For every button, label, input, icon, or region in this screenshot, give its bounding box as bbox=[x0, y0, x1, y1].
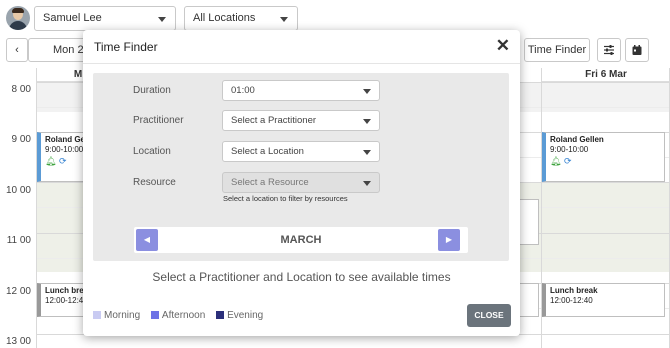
location-placeholder: Select a Location bbox=[231, 146, 304, 157]
dialog-title: Time Finder bbox=[94, 40, 158, 54]
chevron-down-icon bbox=[158, 17, 166, 22]
divider bbox=[83, 63, 520, 64]
chevron-left-icon: ◀ bbox=[143, 235, 151, 244]
legend-item-morning: Morning bbox=[93, 310, 140, 321]
resource-placeholder: Select a Resource bbox=[231, 177, 309, 188]
chevron-down-icon bbox=[363, 181, 371, 186]
appointment-card[interactable] bbox=[519, 283, 539, 317]
user-select-value: Samuel Lee bbox=[43, 12, 102, 24]
chevron-down-icon bbox=[280, 17, 288, 22]
previous-day-button[interactable]: ‹ bbox=[6, 38, 28, 62]
legend-swatch bbox=[216, 311, 225, 319]
duration-value: 01:00 bbox=[231, 85, 255, 96]
instruction-text: Select a Practitioner and Location to se… bbox=[152, 270, 451, 284]
appointment-title: Lunch break bbox=[550, 286, 598, 295]
time-finder-dialog: Time Finder ✕ Duration 01:00 Practitione… bbox=[83, 30, 520, 336]
bell-icon: 🔔︎ bbox=[45, 156, 57, 166]
time-finder-button[interactable]: Time Finder bbox=[524, 38, 590, 62]
duration-label: Duration bbox=[133, 85, 171, 96]
legend-item-evening: Evening bbox=[216, 310, 263, 321]
duration-select[interactable]: 01:00 bbox=[222, 80, 380, 101]
appointment-title: Roland Gellen bbox=[550, 135, 604, 144]
legend-item-afternoon: Afternoon bbox=[150, 310, 206, 321]
legend-label: Morning bbox=[104, 310, 141, 321]
calendar-button[interactable] bbox=[625, 38, 649, 62]
sync-icon: ⟳ bbox=[563, 156, 572, 166]
location-field[interactable]: Select a Location bbox=[222, 141, 380, 162]
month-label: MARCH bbox=[280, 234, 322, 246]
resource-hint: Select a location to filter by resources bbox=[223, 194, 348, 203]
legend-swatch bbox=[150, 311, 159, 319]
chevron-right-icon: ▶ bbox=[445, 235, 453, 244]
previous-month-button[interactable]: ◀ bbox=[136, 229, 158, 251]
hour-label: 10 00 bbox=[5, 185, 31, 196]
chevron-down-icon bbox=[363, 89, 371, 94]
next-month-button[interactable]: ▶ bbox=[438, 229, 460, 251]
close-icon[interactable]: ✕ bbox=[496, 36, 510, 56]
location-select[interactable]: All Locations bbox=[184, 6, 298, 31]
practitioner-select[interactable]: Select a Practitioner bbox=[222, 110, 380, 131]
month-navigator: MARCH ◀ ▶ bbox=[134, 227, 468, 253]
appointment-card[interactable]: Lunch break 12:00-12:40 bbox=[542, 283, 665, 317]
appointment-time: 12:00-12:40 bbox=[550, 296, 593, 305]
legend-label: Afternoon bbox=[161, 310, 206, 321]
hour-label: 9 00 bbox=[11, 134, 31, 145]
legend-label: Evening bbox=[227, 310, 264, 321]
hour-label: 11 00 bbox=[6, 235, 31, 246]
chevron-down-icon bbox=[363, 150, 371, 155]
bell-icon: 🔔︎ bbox=[550, 156, 562, 166]
sliders-icon bbox=[604, 45, 614, 55]
chevron-down-icon bbox=[363, 119, 371, 124]
sync-icon: ⟳ bbox=[58, 156, 67, 166]
resource-label: Resource bbox=[133, 177, 176, 188]
hour-label: 8 00 bbox=[11, 84, 31, 95]
calendar-icon bbox=[632, 45, 642, 55]
chevron-left-icon: ‹ bbox=[15, 44, 19, 56]
practitioner-placeholder: Select a Practitioner bbox=[231, 115, 317, 126]
time-legend: Morning Afternoon Evening bbox=[93, 310, 271, 321]
date-button[interactable]: Mon 2/ bbox=[28, 38, 88, 62]
appointment-time: 9:00-10:00 bbox=[550, 145, 589, 154]
filter-button[interactable] bbox=[597, 38, 621, 62]
legend-swatch bbox=[93, 311, 101, 319]
practitioner-label: Practitioner bbox=[133, 115, 184, 126]
resource-select[interactable]: Select a Resource bbox=[222, 172, 380, 193]
hour-label: 13 00 bbox=[5, 336, 31, 347]
appointment-card[interactable] bbox=[519, 199, 539, 245]
day-header-friday: Fri 6 Mar bbox=[542, 68, 670, 82]
hour-label: 12 00 bbox=[5, 286, 31, 297]
location-select-value: All Locations bbox=[193, 12, 256, 24]
time-finder-label: Time Finder bbox=[527, 44, 587, 56]
time-finder-form: Duration 01:00 Practitioner Select a Pra… bbox=[93, 73, 509, 261]
avatar[interactable] bbox=[6, 6, 30, 30]
close-button[interactable]: CLOSE bbox=[467, 304, 511, 327]
date-label: Mon 2/ bbox=[53, 44, 87, 56]
appointment-card[interactable]: Roland Gellen 9:00-10:00 🔔︎ ⟳ bbox=[542, 132, 665, 182]
location-label: Location bbox=[133, 146, 171, 157]
user-select[interactable]: Samuel Lee bbox=[34, 6, 176, 31]
